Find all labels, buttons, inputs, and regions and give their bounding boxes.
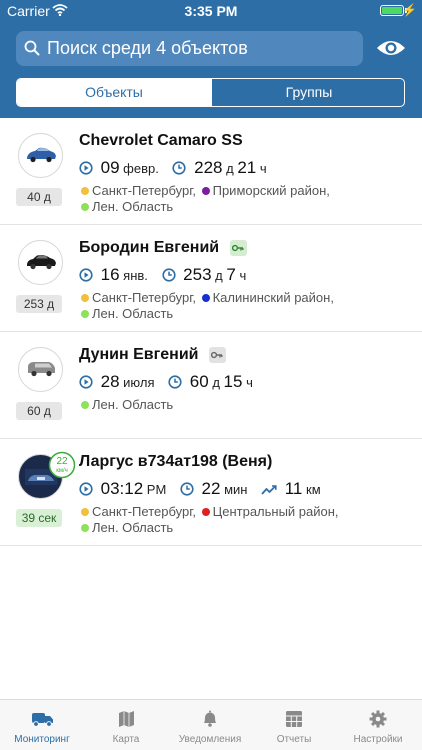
object-stats: 28 июля 60 д 15 ч: [79, 372, 263, 394]
search-icon: [24, 40, 40, 56]
last-trip-date: 16 янв.: [79, 265, 148, 285]
stop-duration: 60 д 15 ч: [168, 372, 253, 392]
last-message-age: 60 д: [16, 402, 62, 420]
object-name: Бородин Евгений: [79, 239, 220, 256]
gear-icon: [369, 710, 387, 728]
battery-icon: [380, 5, 404, 16]
objects-list: 40 д Chevrolet Camaro SS 09 февр. 228 д …: [0, 118, 422, 546]
address-line-2: Лен. Область: [81, 520, 173, 535]
address-line-1: Санкт-Петербург, Приморский район,: [81, 183, 330, 198]
address-line-2: Лен. Область: [81, 199, 173, 214]
address-line-2: Лен. Область: [81, 306, 173, 321]
bell-icon: [204, 710, 216, 727]
trend-icon: [261, 485, 277, 495]
status-bar: Carrier 3:35 PM ⚡: [0, 0, 422, 22]
object-name: Дунин Евгений: [79, 346, 199, 363]
key-icon: [208, 347, 226, 363]
region-dot: [81, 508, 89, 516]
map-icon: [119, 711, 134, 727]
trip-distance: 11 км: [261, 479, 321, 499]
search-input[interactable]: Поиск среди 4 объектов: [16, 31, 363, 66]
speed-badge: 22 км/ч: [48, 451, 76, 479]
list-item[interactable]: 22 км/ч 39 сек Ларгус в734ат198 (Веня) 0…: [0, 439, 422, 546]
object-stats: 09 февр. 228 д 21 ч: [79, 158, 277, 180]
tab-bar: Мониторинг Карта Уведомления Отчеты Наст…: [0, 699, 422, 750]
address-line-1: Лен. Область: [81, 397, 173, 412]
segmented-control: Объекты Группы: [16, 78, 405, 107]
tab-groups[interactable]: Группы: [211, 79, 404, 106]
list-item[interactable]: 40 д Chevrolet Camaro SS 09 февр. 228 д …: [0, 118, 422, 225]
list-item[interactable]: 60 д Дунин Евгений 28 июля 60 д 15 ч Лен…: [0, 332, 422, 439]
region-dot: [81, 310, 89, 318]
last-trip-date: 09 февр.: [79, 158, 159, 178]
app-header: Carrier 3:35 PM ⚡ Поиск среди 4 объектов…: [0, 0, 422, 118]
vehicle-avatar: [18, 240, 63, 285]
region-dot: [81, 401, 89, 409]
address-line-1: Санкт-Петербург, Калининский район,: [81, 290, 334, 305]
search-placeholder: Поиск среди 4 объектов: [47, 38, 248, 58]
region-dot: [81, 203, 89, 211]
charging-icon: ⚡: [402, 3, 417, 17]
last-message-age: 253 д: [16, 295, 62, 313]
object-stats: 03:12 PM 22 мин 11 км: [79, 479, 331, 501]
status-time: 3:35 PM: [184, 3, 238, 19]
vehicle-avatar: [18, 347, 63, 392]
tab-notifications[interactable]: Уведомления: [168, 700, 252, 750]
table-icon: [286, 711, 302, 727]
last-trip-time: 03:12 PM: [79, 479, 166, 499]
object-title: Бородин Евгений: [79, 239, 247, 261]
car-icon: [28, 362, 55, 377]
play-icon: [79, 268, 93, 282]
tab-objects[interactable]: Объекты: [17, 79, 211, 106]
district-dot: [201, 294, 210, 302]
tab-monitoring[interactable]: Мониторинг: [0, 700, 84, 750]
object-title: Ларгус в734ат198 (Веня): [79, 453, 272, 475]
speed-value: 22: [56, 456, 68, 467]
district-dot: [201, 187, 210, 195]
region-dot: [81, 187, 89, 195]
object-title: Chevrolet Camaro SS: [79, 132, 243, 154]
clock-icon: [161, 268, 176, 282]
list-item[interactable]: 253 д Бородин Евгений 16 янв. 253 д 7 ч …: [0, 225, 422, 332]
clock-icon: [168, 375, 182, 389]
car-icon: [27, 255, 56, 270]
speed-unit: км/ч: [56, 468, 68, 474]
address-line-1: Санкт-Петербург, Центральный район,: [81, 504, 339, 519]
object-title: Дунин Евгений: [79, 346, 226, 368]
tab-map[interactable]: Карта: [84, 700, 168, 750]
truck-icon: [32, 713, 53, 727]
eye-icon[interactable]: [376, 37, 406, 59]
key-icon: [229, 240, 247, 256]
object-name: Ларгус в734ат198 (Веня): [79, 453, 273, 470]
play-icon: [79, 375, 93, 389]
car-icon: [27, 147, 56, 163]
last-trip-date: 28 июля: [79, 372, 155, 392]
trip-duration: 22 мин: [180, 479, 247, 499]
region-dot: [81, 524, 89, 532]
tab-reports[interactable]: Отчеты: [252, 700, 336, 750]
play-icon: [79, 482, 93, 496]
district-dot: [201, 508, 210, 516]
tab-settings[interactable]: Настройки: [336, 700, 420, 750]
object-name: Chevrolet Camaro SS: [79, 132, 243, 149]
play-icon: [79, 161, 93, 175]
stop-duration: 253 д 7 ч: [161, 265, 246, 285]
clock-icon: [172, 161, 187, 175]
region-dot: [81, 294, 89, 302]
vehicle-avatar: [18, 133, 63, 178]
last-message-age: 40 д: [16, 188, 62, 206]
stop-duration: 228 д 21 ч: [172, 158, 267, 178]
clock-icon: [180, 482, 194, 496]
last-message-age: 39 сек: [16, 509, 62, 527]
object-stats: 16 янв. 253 д 7 ч: [79, 265, 256, 287]
